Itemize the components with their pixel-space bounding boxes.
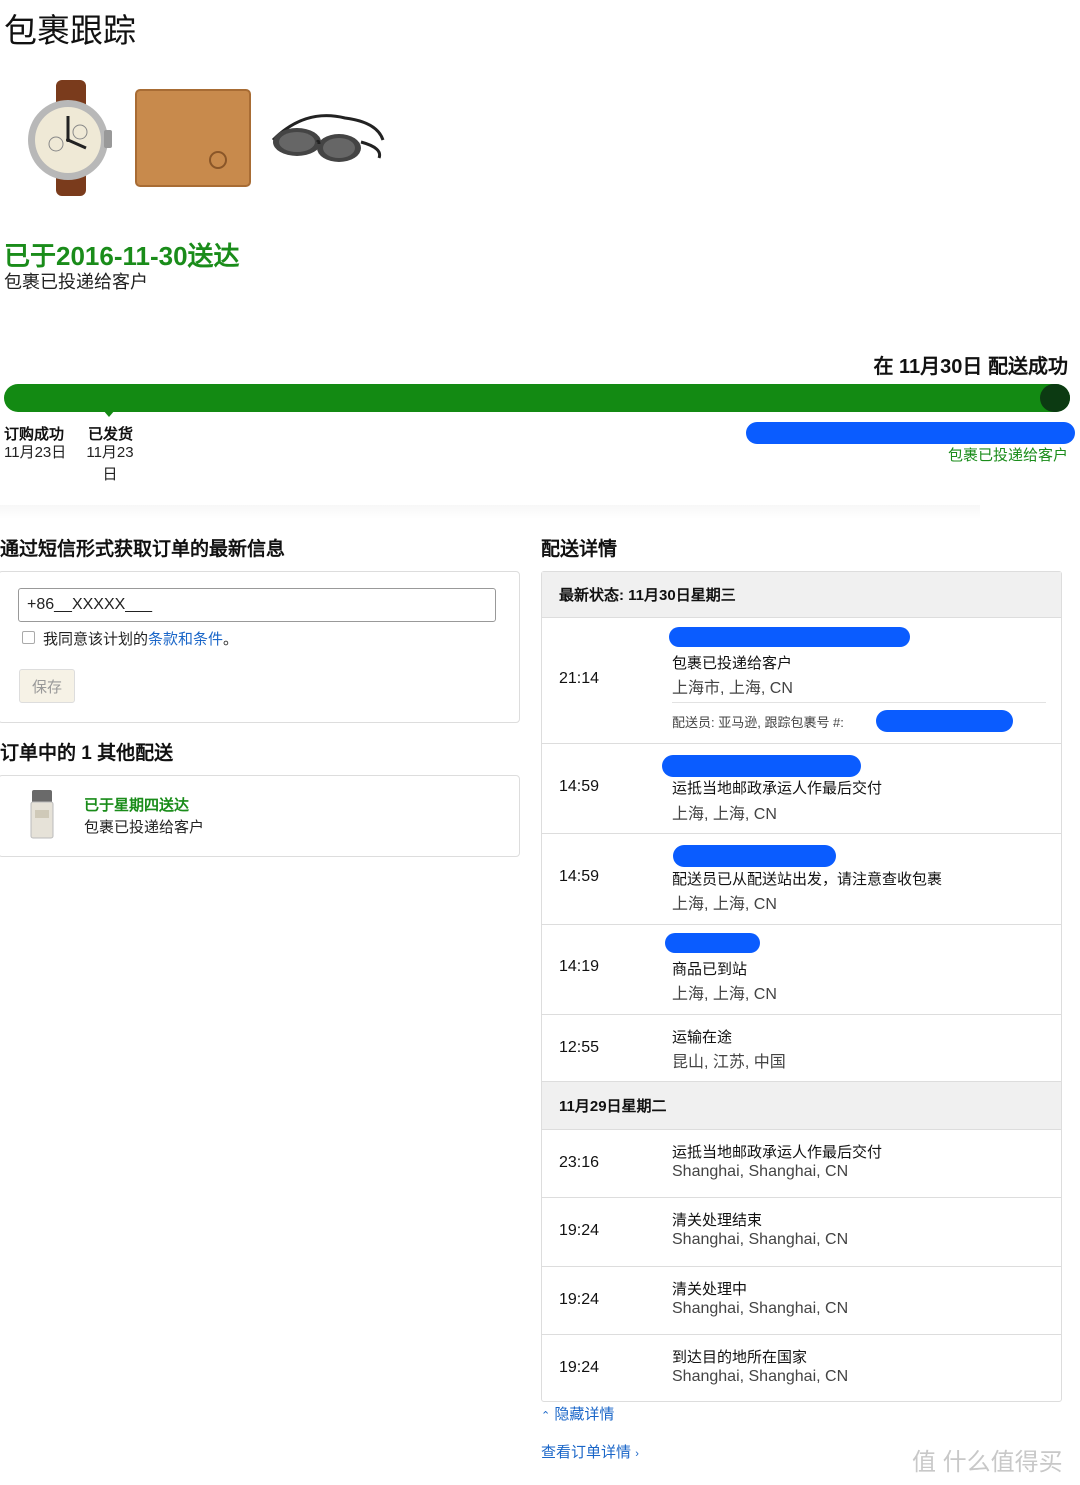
event-location: Shanghai, Shanghai, CN [672,1368,849,1385]
sms-heading: 通过短信形式获取订单的最新信息 [0,539,286,560]
tracking-event-row: 21:14 包裹已投递给客户 上海市, 上海, CN 配送员: 亚马逊, 跟踪包… [542,618,1061,744]
event-time: 23:16 [559,1154,600,1171]
product-image-goggles[interactable] [265,78,385,198]
other-shipment-status[interactable]: 已于星期四送达 [84,794,189,815]
event-time: 14:59 [559,868,600,885]
view-order-details-label: 查看订单详情 [541,1444,632,1461]
page-title: 包裹跟踪 [4,12,136,49]
tracking-event-row: 14:59 运抵当地邮政承运人作最后交付 上海, 上海, CN [542,744,1061,834]
redaction-mark [673,845,836,867]
event-time: 12:55 [559,1039,600,1056]
event-location: 上海市, 上海, CN [672,680,793,697]
milestone-ordered-date: 11月23日 [4,444,67,461]
other-shipments-heading: 订单中的 1 其他配送 [0,743,174,764]
milestone-delivered-status: 包裹已投递给客户 [947,447,1068,464]
day-header: 11月29日星期二 [542,1082,1061,1130]
chevron-up-icon: ⌃ [541,1410,551,1422]
agree-terms-text: 我同意该计划的条款和条件。 [43,628,238,649]
event-description: 清关处理中 [672,1281,748,1298]
latest-status-label: 最新状态: [559,587,624,604]
day-header: 最新状态: 11月30日星期三 [542,572,1061,618]
event-time: 19:24 [559,1291,600,1308]
event-description: 运输在途 [672,1029,733,1046]
chevron-right-icon: › [635,1448,639,1460]
redaction-mark [746,422,1075,444]
event-location: 上海, 上海, CN [672,986,777,1003]
progress-label: 在 11月30日 配送成功 [873,356,1068,378]
event-description: 到达目的地所在国家 [672,1349,808,1366]
event-location: 上海, 上海, CN [672,896,777,913]
event-location: 上海, 上海, CN [672,806,777,823]
event-location: Shanghai, Shanghai, CN [672,1163,849,1180]
product-image-watch[interactable] [18,78,138,198]
shipped-marker-icon [103,410,115,417]
day-header-date: 11月30日星期三 [628,587,736,604]
product-image-wallet[interactable] [132,78,252,198]
phone-number-input[interactable] [18,588,496,622]
redaction-mark [662,755,861,777]
save-button[interactable]: 保存 [19,669,75,703]
event-location: 昆山, 江苏, 中国 [672,1054,786,1071]
event-location: Shanghai, Shanghai, CN [672,1300,849,1317]
event-time: 19:24 [559,1222,600,1239]
event-description: 配送员已从配送站出发，请注意查收包裹 [672,871,943,888]
other-shipment-subtitle: 包裹已投递给客户 [84,819,205,836]
product-image-deodorant[interactable] [26,788,58,840]
delivery-status-subtitle: 包裹已投递给客户 [4,272,148,292]
tracking-event-row: 14:59 配送员已从配送站出发，请注意查收包裹 上海, 上海, CN [542,834,1061,925]
redaction-mark [876,710,1013,732]
event-description: 运抵当地邮政承运人作最后交付 [672,780,883,797]
redaction-mark [669,627,910,647]
tracking-event-row: 19:24 清关处理结束 Shanghai, Shanghai, CN [542,1198,1061,1267]
row-divider [672,702,1046,703]
agree-terms-checkbox[interactable] [22,631,35,644]
tracking-event-row: 12:55 运输在途 昆山, 江苏, 中国 [542,1015,1061,1082]
tracking-event-row: 19:24 清关处理中 Shanghai, Shanghai, CN [542,1267,1061,1335]
progress-end-marker [1040,384,1070,412]
agree-terms-prefix: 我同意该计划的 [43,631,149,648]
event-time: 14:59 [559,778,600,795]
event-description: 包裹已投递给客户 [672,655,793,672]
delivery-details-heading: 配送详情 [541,539,618,560]
watermark: 值 什么值得买 [912,1449,1063,1476]
terms-link[interactable]: 条款和条件 [148,631,223,648]
event-time: 14:19 [559,958,600,975]
hide-details-link[interactable]: ⌃ 隐藏详情 [541,1403,614,1424]
courier-info: 配送员: 亚马逊, 跟踪包裹号 #: [672,715,844,730]
tracking-events-table: 最新状态: 11月30日星期三 21:14 包裹已投递给客户 上海市, 上海, … [541,571,1062,1402]
progress-bar [4,384,1070,412]
event-description: 清关处理结束 [672,1212,763,1229]
view-order-details-link[interactable]: 查看订单详情 › [541,1441,639,1462]
tracking-event-row: 23:16 运抵当地邮政承运人作最后交付 Shanghai, Shanghai,… [542,1130,1061,1198]
tracking-event-row: 14:19 商品已到站 上海, 上海, CN [542,925,1061,1015]
milestone-ordered-label: 订购成功 [4,426,65,443]
event-time: 21:14 [559,670,600,687]
event-description: 运抵当地邮政承运人作最后交付 [672,1144,883,1161]
event-description: 商品已到站 [672,961,748,978]
redaction-mark [665,933,760,953]
section-divider [0,505,980,519]
milestone-shipped-date: 11月23日 [86,444,134,483]
event-time: 19:24 [559,1359,600,1376]
milestone-shipped-label: 已发货 [88,426,134,443]
event-location: Shanghai, Shanghai, CN [672,1231,849,1248]
hide-details-label: 隐藏详情 [554,1406,615,1423]
tracking-event-row: 19:24 到达目的地所在国家 Shanghai, Shanghai, CN [542,1335,1061,1401]
agree-terms-suffix: 。 [223,631,239,648]
other-shipment-card[interactable] [0,775,520,857]
